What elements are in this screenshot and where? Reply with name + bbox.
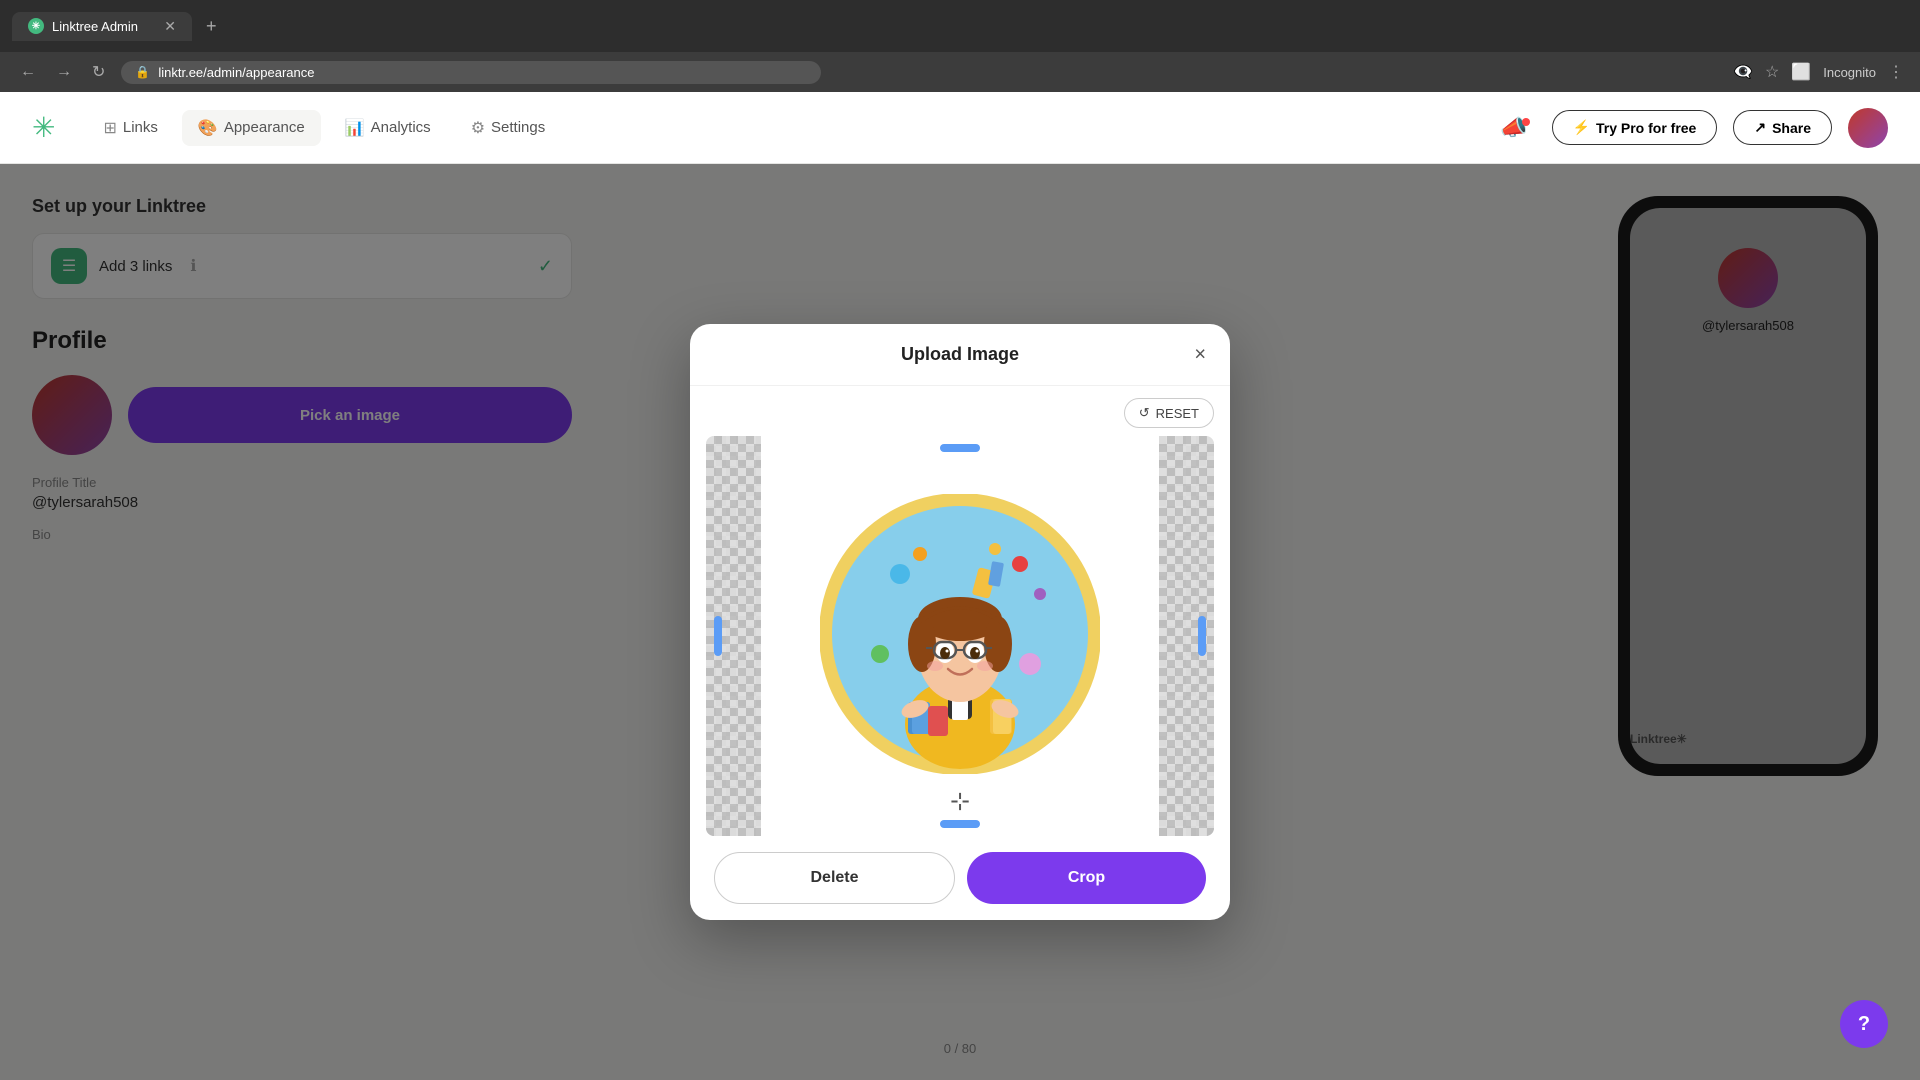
crop-handle-right[interactable] — [1198, 616, 1206, 656]
crop-toolbar: ↺ RESET — [706, 398, 1214, 428]
bookmark-icon[interactable]: ☆ — [1765, 62, 1779, 82]
app-header: ✳ ⊞ Links 🎨 Appearance 📊 Analytics ⚙ Set… — [0, 92, 1920, 164]
delete-button[interactable]: Delete — [714, 852, 955, 904]
address-bar[interactable]: 🔒 linktr.ee/admin/appearance — [121, 61, 821, 84]
nav-links[interactable]: ⊞ Links — [87, 110, 173, 146]
nav-settings-label: Settings — [491, 119, 545, 136]
share-button[interactable]: ↗ Share — [1733, 110, 1832, 145]
modal-crop-area: ↺ RESET — [690, 386, 1230, 836]
lightning-icon: ⚡ — [1573, 119, 1590, 136]
links-icon: ⊞ — [103, 118, 116, 138]
incognito-label: Incognito — [1823, 65, 1876, 80]
address-bar-actions: 👁‍🗨 ☆ ⬜ Incognito ⋮ — [1733, 62, 1904, 82]
nav-analytics-label: Analytics — [371, 119, 431, 136]
modal-header: Upload Image × — [690, 324, 1230, 386]
reset-label: RESET — [1156, 406, 1199, 421]
forward-button[interactable]: → — [52, 59, 76, 85]
analytics-icon: 📊 — [345, 118, 365, 138]
split-view-icon[interactable]: ⬜ — [1791, 62, 1811, 82]
reset-button[interactable]: ↺ RESET — [1124, 398, 1214, 428]
move-cursor-icon: ⊹ — [950, 787, 970, 816]
crop-canvas[interactable]: ⊹ — [706, 436, 1214, 836]
try-pro-label: Try Pro for free — [1596, 120, 1696, 136]
header-right: 📣 ⚡ Try Pro for free ↗ Share — [1500, 108, 1888, 148]
upload-image-modal: Upload Image × ↺ RESET — [690, 324, 1230, 920]
modal-footer: Delete Crop — [690, 836, 1230, 920]
try-pro-button[interactable]: ⚡ Try Pro for free — [1552, 110, 1718, 145]
crop-handle-bottom[interactable] — [940, 820, 980, 828]
browser-tab[interactable]: ✳ Linktree Admin ✕ — [12, 12, 192, 41]
modal-close-button[interactable]: × — [1190, 339, 1210, 370]
nav-settings[interactable]: ⚙ Settings — [455, 110, 562, 146]
modal-title: Upload Image — [901, 344, 1019, 365]
menu-icon[interactable]: ⋮ — [1888, 62, 1904, 82]
crop-illustration-container — [820, 494, 1100, 779]
crop-button[interactable]: Crop — [967, 852, 1206, 904]
browser-chrome: ✳ Linktree Admin ✕ + — [0, 0, 1920, 52]
extension-icon: 👁‍🗨 — [1733, 62, 1753, 82]
settings-icon: ⚙ — [471, 118, 485, 138]
modal-overlay[interactable]: Upload Image × ↺ RESET — [0, 164, 1920, 1080]
url-text: linktr.ee/admin/appearance — [158, 65, 314, 80]
tab-close-button[interactable]: ✕ — [164, 18, 176, 35]
lock-icon: 🔒 — [135, 65, 150, 79]
tab-favicon: ✳ — [28, 18, 44, 34]
tab-title: Linktree Admin — [52, 19, 138, 34]
teacher-illustration — [820, 494, 1100, 774]
new-tab-button[interactable]: + — [206, 16, 217, 37]
reset-icon: ↺ — [1139, 405, 1150, 421]
address-bar-row: ← → ↻ 🔒 linktr.ee/admin/appearance 👁‍🗨 ☆… — [0, 52, 1920, 92]
crop-handle-left[interactable] — [714, 616, 722, 656]
crop-handle-top[interactable] — [940, 444, 980, 452]
share-icon: ↗ — [1754, 119, 1766, 136]
user-avatar[interactable] — [1848, 108, 1888, 148]
main-content: Set up your Linktree ☰ Add 3 links ℹ ✓ P… — [0, 164, 1920, 1080]
share-label: Share — [1772, 120, 1811, 136]
back-button[interactable]: ← — [16, 59, 40, 85]
notification-dot — [1522, 118, 1530, 126]
nav-appearance-label: Appearance — [224, 119, 305, 136]
nav-appearance[interactable]: 🎨 Appearance — [182, 110, 321, 146]
linktree-logo[interactable]: ✳ — [32, 111, 55, 144]
main-nav: ⊞ Links 🎨 Appearance 📊 Analytics ⚙ Setti… — [87, 110, 561, 146]
appearance-icon: 🎨 — [198, 118, 218, 138]
refresh-button[interactable]: ↻ — [88, 58, 109, 86]
nav-analytics[interactable]: 📊 Analytics — [329, 110, 447, 146]
help-button[interactable]: ? — [1840, 1000, 1888, 1048]
nav-links-label: Links — [123, 119, 158, 136]
